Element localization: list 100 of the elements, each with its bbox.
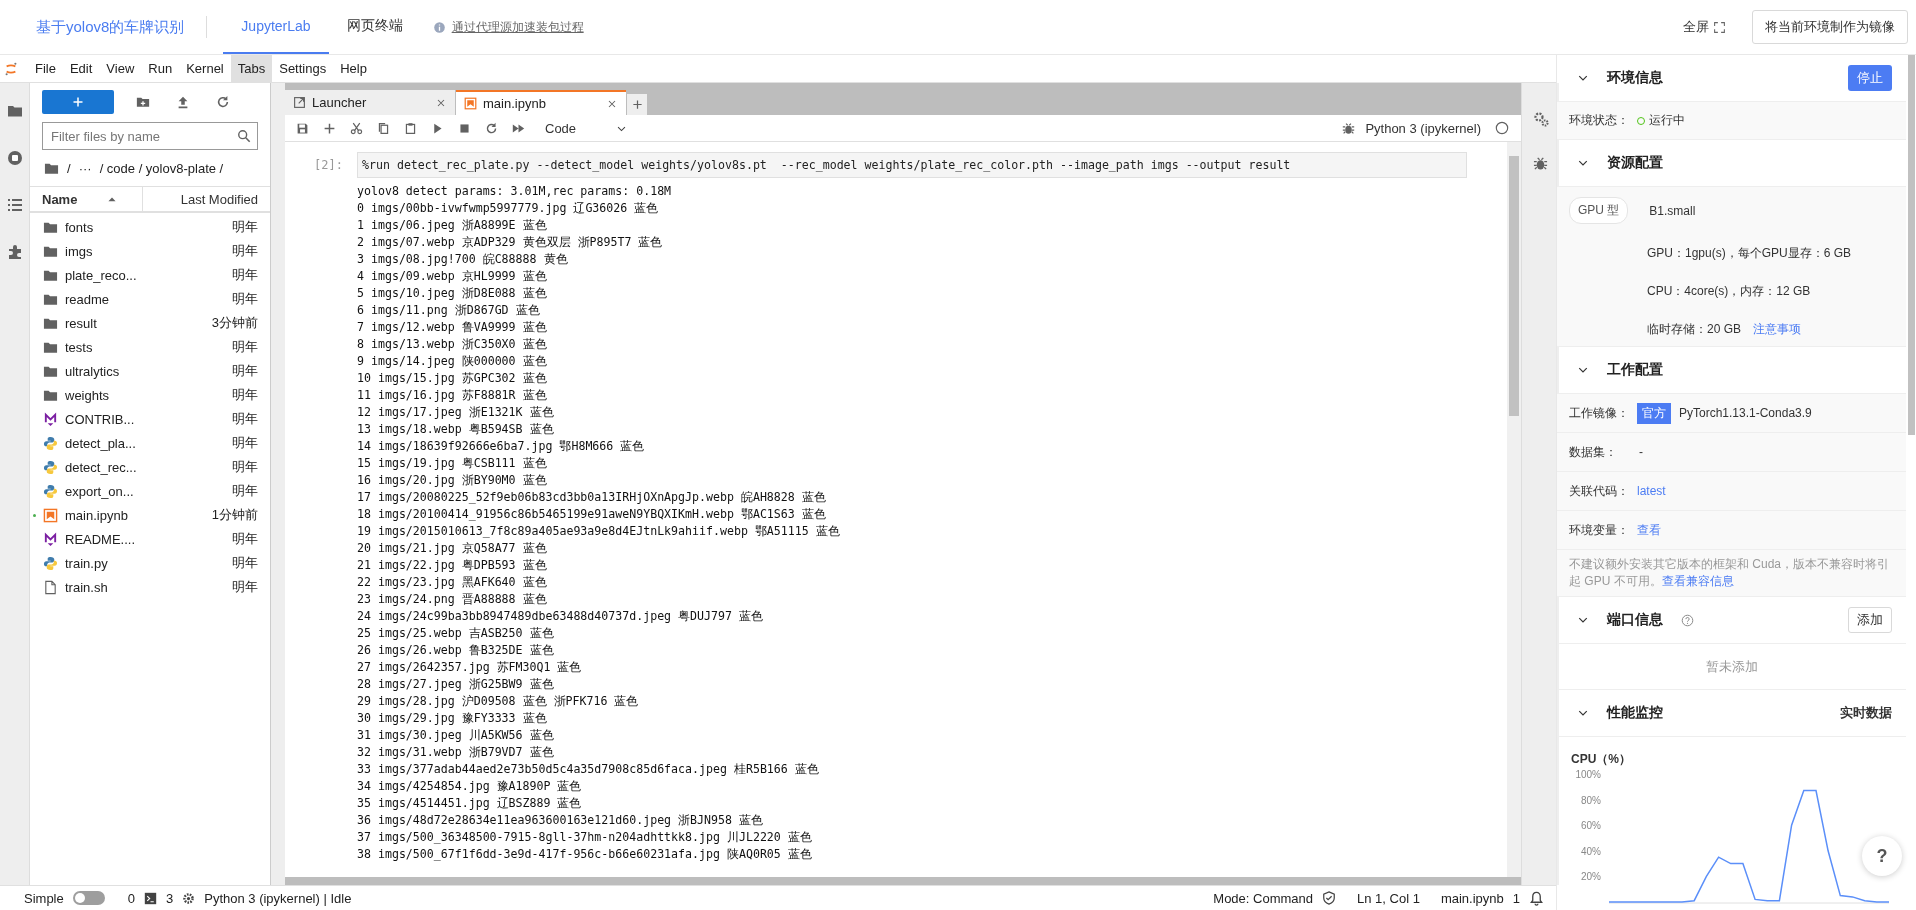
restart-icon[interactable] xyxy=(485,121,498,135)
output-line: 7 imgs/12.webp 鲁VA9999 蓝色 xyxy=(357,319,548,336)
help-icon[interactable] xyxy=(1681,613,1694,627)
file-name[interactable]: main.ipynb xyxy=(1440,890,1504,906)
document-tab[interactable]: Launcher xyxy=(285,90,455,115)
stop-button[interactable]: 停止 xyxy=(1848,65,1892,91)
fullscreen-icon xyxy=(1713,20,1726,34)
proxy-link[interactable]: 通过代理源加速装包过程 xyxy=(451,18,584,36)
code-input[interactable]: %run detect_rec_plate.py --detect_model weights/yolov8s.pt --rec_model weights/plate_rec_color.pth --image_path imgs --output result xyxy=(357,152,1467,178)
notice-link[interactable]: 注意事项 xyxy=(1753,321,1802,338)
refresh-icon[interactable] xyxy=(216,95,230,109)
breadcrumb[interactable]: / code / yolov8-plate / xyxy=(99,161,224,176)
run-icon[interactable] xyxy=(431,121,444,135)
plus-icon[interactable] xyxy=(323,121,336,135)
output-line: 16 imgs/20.jpg 浙BY90M0 蓝色 xyxy=(357,472,548,489)
menu-item[interactable]: Kernel xyxy=(179,55,231,82)
upload-icon[interactable] xyxy=(176,95,190,109)
info-icon xyxy=(432,20,446,34)
save-image-button[interactable]: 将当前环境制作为镜像 xyxy=(1752,10,1908,44)
compatibility-link[interactable]: 查看兼容信息 xyxy=(1661,574,1734,588)
breadcrumb[interactable]: ··· xyxy=(78,161,92,176)
cell-prompt: [2]: xyxy=(313,158,344,172)
file-name[interactable]: main.ipynb xyxy=(65,507,212,523)
output-line: 11 imgs/16.jpg 苏F8881R 蓝色 xyxy=(357,387,548,404)
output-line: 32 imgs/31.webp 浙B79VD7 蓝色 xyxy=(357,744,555,761)
stop-icon[interactable] xyxy=(458,121,471,135)
file-name[interactable]: train.sh xyxy=(65,579,232,595)
kernel-status[interactable]: Python 3 (ipykernel) | Idle xyxy=(204,890,352,906)
field-label: 数据集： xyxy=(1569,443,1617,461)
header-tab[interactable]: 网页终端 xyxy=(328,0,421,54)
kernel-count[interactable]: 3 xyxy=(166,890,174,906)
output-line: 5 imgs/10.jpeg 浙D8E088 蓝色 xyxy=(357,285,548,302)
field-link[interactable]: latest xyxy=(1637,484,1666,498)
simple-mode-toggle[interactable] xyxy=(72,891,105,905)
gears-icon[interactable] xyxy=(1532,111,1549,127)
file-name[interactable]: ultralytics xyxy=(65,363,232,379)
notification-count[interactable]: 1 xyxy=(1512,890,1520,906)
kernel-status-icon xyxy=(1495,121,1509,135)
output-line: 1 imgs/06.jpeg 浙A8899E 蓝色 xyxy=(357,217,548,234)
field-label: 工作镜像： xyxy=(1569,404,1629,422)
file-name[interactable]: fonts xyxy=(65,219,232,235)
new-tab-button[interactable] xyxy=(627,94,647,115)
kernel-name[interactable]: Python 3 (ipykernel) xyxy=(1365,120,1481,136)
column-header[interactable]: Last Modified xyxy=(143,191,270,207)
file-name[interactable]: weights xyxy=(65,387,232,403)
cut-icon[interactable] xyxy=(350,121,363,135)
bug-icon[interactable] xyxy=(1342,121,1356,135)
menu-item[interactable]: Tabs xyxy=(230,55,273,82)
file-name[interactable]: CONTRIB... xyxy=(65,411,232,427)
filter-field[interactable]: Filter files by name xyxy=(42,122,258,150)
menu-item[interactable]: File xyxy=(28,55,63,82)
file-name[interactable]: README.... xyxy=(65,531,232,547)
file-name[interactable]: result xyxy=(65,315,212,331)
jupyter-logo-icon xyxy=(4,60,18,77)
help-button[interactable]: ? xyxy=(1862,836,1902,876)
new-folder-icon[interactable] xyxy=(136,95,150,109)
scrollbar-thumb[interactable] xyxy=(1908,55,1915,435)
menu-item[interactable]: Run xyxy=(141,55,180,82)
file-name[interactable]: plate_reco... xyxy=(65,267,232,283)
field-link[interactable]: 查看 xyxy=(1637,521,1661,539)
bug-icon[interactable] xyxy=(1533,156,1548,171)
terminal-count[interactable]: 0 xyxy=(127,890,135,906)
file-name[interactable]: detect_rec... xyxy=(65,459,232,475)
file-name[interactable]: imgs xyxy=(65,243,232,259)
file-name[interactable]: export_on... xyxy=(65,483,232,499)
breadcrumb[interactable]: / xyxy=(67,161,71,176)
output-line: 20 imgs/21.jpg 京Q58A77 蓝色 xyxy=(357,540,548,557)
file-name[interactable]: train.py xyxy=(65,555,232,571)
bell-icon[interactable] xyxy=(1529,890,1544,906)
output-line: 4 imgs/09.webp 京HL9999 蓝色 xyxy=(357,268,548,285)
scrollbar-thumb[interactable] xyxy=(1509,156,1519,416)
field-value: PyTorch1.13.1-Conda3.9 xyxy=(1679,406,1812,420)
fullscreen-button[interactable]: 全屏 xyxy=(1677,17,1732,37)
cell-type-dropdown[interactable]: Code xyxy=(539,120,628,136)
field-label: 环境状态： xyxy=(1569,112,1629,129)
add-button[interactable]: 添加 xyxy=(1848,607,1892,633)
menu-item[interactable]: View xyxy=(99,55,142,82)
gpu-tag: GPU 型 xyxy=(1569,197,1629,224)
output-line: 13 imgs/18.webp 粤B594SB 蓝色 xyxy=(357,421,555,438)
column-header[interactable]: Name xyxy=(42,191,78,207)
file-name[interactable]: detect_pla... xyxy=(65,435,232,451)
output-line: 25 imgs/25.webp 吉ASB250 蓝色 xyxy=(357,625,555,642)
markdown-icon xyxy=(43,531,58,547)
menu-item[interactable]: Settings xyxy=(272,55,334,82)
modified-time: 明年 xyxy=(232,338,258,356)
command-mode[interactable]: Mode: Command xyxy=(1213,890,1313,906)
copy-icon[interactable] xyxy=(377,121,390,135)
notebook-icon xyxy=(43,507,58,523)
folder-icon[interactable] xyxy=(44,161,59,176)
plus-icon xyxy=(72,96,84,108)
file-name[interactable]: tests xyxy=(65,339,232,355)
document-tab[interactable]: main.ipynb xyxy=(456,90,626,115)
menu-item[interactable]: Help xyxy=(333,55,374,82)
save-icon[interactable] xyxy=(296,121,309,135)
output-line: 21 imgs/22.jpg 粤DPB593 蓝色 xyxy=(357,557,548,574)
paste-icon[interactable] xyxy=(404,121,417,135)
menu-item[interactable]: Edit xyxy=(62,55,100,82)
cursor-position[interactable]: Ln 1, Col 1 xyxy=(1357,890,1420,906)
file-name[interactable]: readme xyxy=(65,291,232,307)
modified-time: 明年 xyxy=(232,410,258,428)
